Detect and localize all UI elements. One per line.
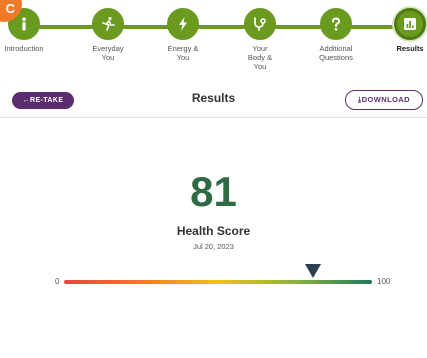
step-everyday-you[interactable]: Everyday You xyxy=(73,8,143,62)
bar-chart-icon xyxy=(404,18,416,30)
progress-stepper: Introduction Everyday You Energy & You Y… xyxy=(0,0,427,76)
step-label: Additional Questions xyxy=(319,44,353,62)
health-score-label: Health Score xyxy=(176,224,251,238)
health-score-value: 81 xyxy=(190,168,237,215)
score-gauge: 0 100 xyxy=(0,262,427,292)
step-label: Your Body & You xyxy=(247,44,273,71)
step-circle xyxy=(394,8,426,40)
divider xyxy=(0,117,427,118)
gauge-marker xyxy=(305,264,322,278)
gauge-max-label: 100 xyxy=(377,277,391,286)
step-label: Everyday You xyxy=(92,44,124,62)
step-label: Introduction xyxy=(4,44,44,53)
download-button[interactable]: ⤓DOWNLOAD xyxy=(345,90,423,110)
step-circle xyxy=(167,8,199,40)
step-results[interactable]: Results xyxy=(375,8,427,53)
health-score-date: Jul 20, 2023 xyxy=(193,242,234,251)
lightning-icon xyxy=(179,17,187,31)
step-label: Results xyxy=(396,44,424,53)
step-circle xyxy=(244,8,276,40)
gauge-min-label: 0 xyxy=(55,277,60,286)
step-energy-you[interactable]: Energy & You xyxy=(148,8,218,62)
step-circle xyxy=(92,8,124,40)
results-toolbar: ←RE-TAKE Results ⤓DOWNLOAD xyxy=(0,88,427,118)
stethoscope-icon xyxy=(254,17,266,31)
question-icon xyxy=(332,17,341,31)
step-circle xyxy=(320,8,352,40)
step-additional-questions[interactable]: Additional Questions xyxy=(301,8,371,62)
info-icon xyxy=(22,17,26,31)
gauge-bar xyxy=(64,280,372,284)
step-label: Energy & You xyxy=(167,44,199,62)
running-person-icon xyxy=(102,16,115,31)
step-your-body-you[interactable]: Your Body & You xyxy=(225,8,295,71)
